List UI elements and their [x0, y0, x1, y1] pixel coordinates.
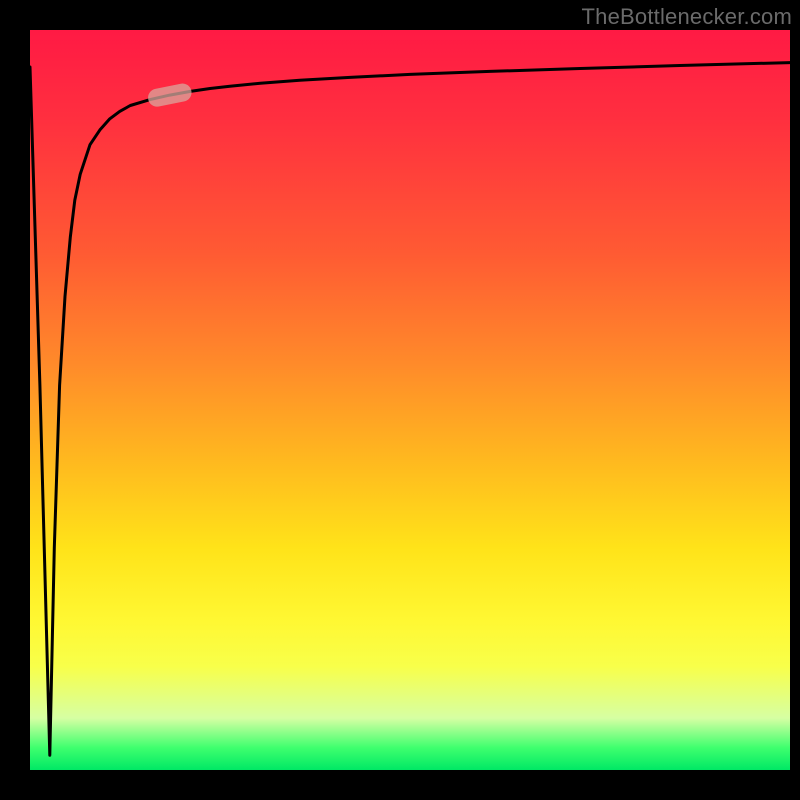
plot-gradient-background	[30, 30, 790, 770]
chart-frame: TheBottlenecker.com	[0, 0, 800, 800]
watermark-text: TheBottlenecker.com	[582, 4, 792, 30]
